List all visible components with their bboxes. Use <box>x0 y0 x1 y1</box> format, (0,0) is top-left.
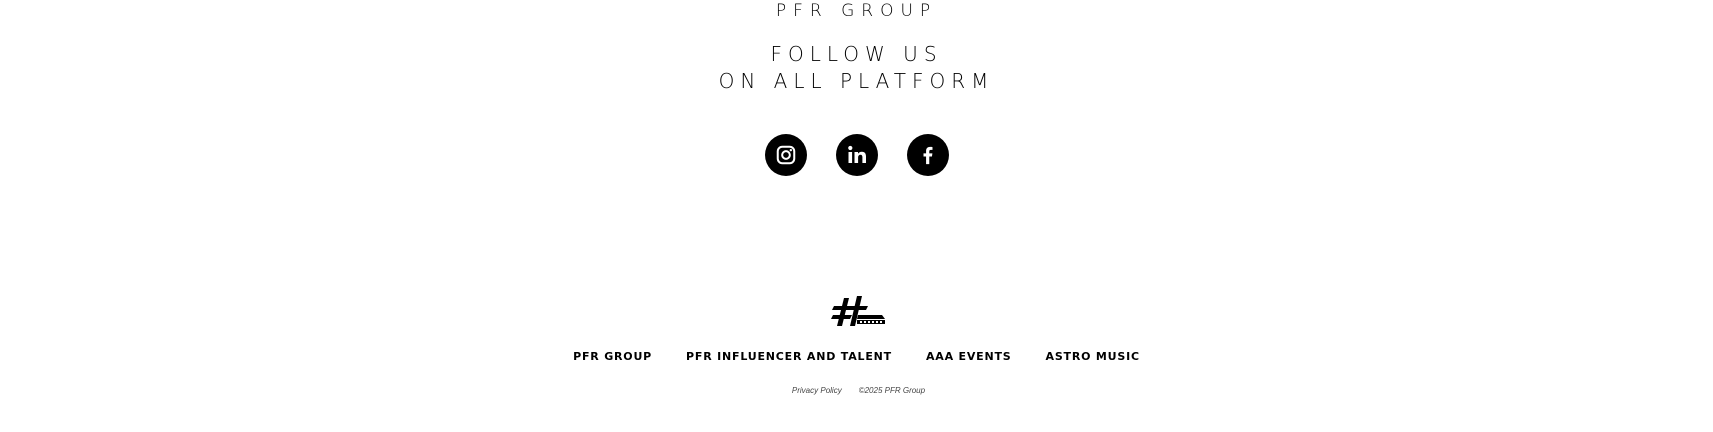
follow-line-1: FOLLOW US <box>770 42 943 66</box>
facebook-link[interactable] <box>906 134 949 176</box>
footer-nav: PFR GROUP PFR INFLUENCER AND TALENT AAA … <box>0 350 1713 364</box>
follow-line-2: ON ALL PLATFORM <box>718 69 995 93</box>
brand-heading: PFR GROUP <box>775 1 938 21</box>
nav-astro-music[interactable]: ASTRO MUSIC <box>1046 350 1140 364</box>
linkedin-link[interactable] <box>835 134 878 176</box>
nav-aaa-events[interactable]: AAA EVENTS <box>926 350 1012 364</box>
privacy-policy-link[interactable]: Privacy Policy <box>792 386 842 395</box>
social-links <box>0 134 1713 176</box>
linkedin-icon <box>847 145 866 163</box>
copyright-text: ©2025 PFR Group <box>858 386 926 395</box>
legal-row: Privacy Policy ©2025 PFR Group <box>0 386 1713 395</box>
facebook-icon <box>923 146 932 165</box>
footer-page: PFR GROUP FOLLOW US ON ALL PLATFORM PFR … <box>0 0 1713 432</box>
nav-pfr-influencer-and-talent[interactable]: PFR INFLUENCER AND TALENT <box>686 350 892 364</box>
follow-heading: FOLLOW US ON ALL PLATFORM <box>0 41 1713 95</box>
nav-pfr-group[interactable]: PFR GROUP <box>573 350 652 364</box>
instagram-icon <box>776 145 795 165</box>
hashtag-logo-icon[interactable] <box>830 296 886 328</box>
instagram-link[interactable] <box>764 134 807 176</box>
